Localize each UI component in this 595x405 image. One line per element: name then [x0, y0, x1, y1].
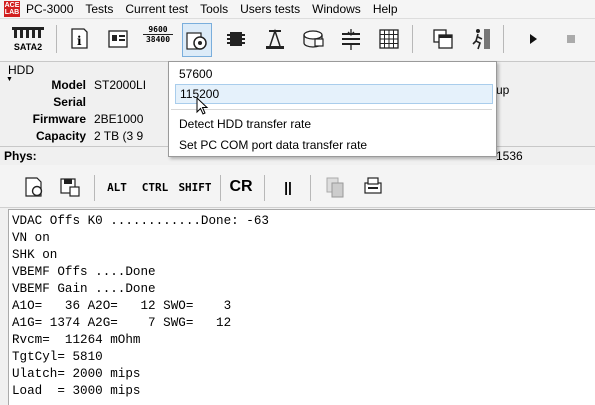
exit-icon [472, 29, 490, 50]
hdd-right-text: up [496, 83, 510, 97]
menu-item-115200[interactable]: 115200 [175, 84, 493, 104]
toolbar-separator [412, 25, 413, 53]
id-card-icon [108, 30, 128, 48]
id-button[interactable] [103, 23, 133, 55]
terminal-line: Ulatch= 2000 mips [12, 367, 141, 381]
copy-button[interactable] [322, 173, 348, 201]
menu-item-detect-transfer-rate[interactable]: Detect HDD transfer rate [175, 115, 491, 133]
save-icon [60, 178, 80, 197]
model-label: Model [51, 78, 86, 92]
cr-button[interactable]: CR [227, 173, 255, 201]
terminal-line: VN on [12, 231, 50, 245]
toolbar-separator [220, 175, 221, 201]
menu-tools[interactable]: Tools [194, 2, 234, 16]
run-button[interactable] [518, 23, 548, 55]
info-icon: i [71, 28, 88, 49]
pause-button[interactable]: || [276, 173, 300, 201]
baud-rate-icon: 9600 38400 [143, 25, 173, 44]
menu-separator [171, 109, 492, 110]
sata-label: SATA2 [13, 42, 43, 52]
shift-button[interactable]: SHIFT [177, 173, 213, 201]
toolbar-separator [264, 175, 265, 201]
sata-port-button[interactable]: SATA2 [6, 23, 50, 55]
alt-button[interactable]: ALT [104, 173, 130, 201]
terminal-line: VDAC Offs K0 ............Done: -63 [12, 214, 269, 228]
disk-icon [303, 30, 324, 48]
info-button[interactable]: i [64, 23, 94, 55]
terminal-line: VBEMF Gain ....Done [12, 282, 156, 296]
capacity-label: Capacity [35, 129, 86, 143]
play-icon [530, 34, 537, 44]
firmware-value: 2BE1000 [94, 112, 144, 126]
serial-label: Serial [53, 95, 86, 109]
phys-value: 1536 [496, 149, 523, 163]
file-gear-icon [25, 177, 43, 197]
menu-windows[interactable]: Windows [306, 2, 367, 16]
terminal-line: Load = 3000 mips [12, 384, 141, 398]
windows-button[interactable] [428, 23, 458, 55]
terminal-line: TgtCyl= 5810 [12, 350, 103, 364]
tools-button[interactable] [260, 23, 290, 55]
chip-icon [227, 32, 245, 46]
print-button[interactable] [360, 173, 386, 201]
disk-button[interactable] [298, 23, 328, 55]
mouse-cursor-icon [196, 97, 209, 115]
chip-button[interactable] [221, 23, 251, 55]
copy-windows-icon [433, 29, 453, 49]
toolbar-separator [56, 25, 57, 53]
exit-button[interactable] [466, 23, 496, 55]
svg-text:i: i [77, 34, 82, 48]
ctrl-button[interactable]: CTRL [139, 173, 171, 201]
layers-button[interactable] [336, 23, 366, 55]
layers-icon [342, 29, 360, 50]
menu-help[interactable]: Help [367, 2, 404, 16]
port-icon [12, 27, 44, 38]
hdd-title: HDD [8, 63, 34, 77]
menu-users-tests[interactable]: Users tests [234, 2, 306, 16]
printer-icon [364, 177, 382, 194]
save-log-button[interactable] [56, 173, 84, 201]
terminal-line: SHK on [12, 248, 58, 262]
stop-icon [567, 35, 575, 43]
toolbar-separator [94, 175, 95, 201]
menu-item-57600[interactable]: 57600 [175, 65, 491, 83]
main-toolbar: SATA2 i 9600 38400 [0, 19, 595, 62]
baud-rate-button[interactable]: 9600 38400 [143, 25, 173, 53]
grid-button[interactable] [374, 23, 404, 55]
settings-button[interactable] [182, 23, 212, 57]
terminal-line: Rvcm= 11264 mOhm [12, 333, 141, 347]
toolbar-separator [503, 25, 504, 53]
terminal-line: A1O= 36 A2O= 12 SWO= 3 [12, 299, 232, 313]
toolbar-separator [310, 175, 311, 201]
settings-file-button[interactable] [20, 173, 48, 201]
copy-icon [326, 177, 344, 198]
terminal-line: VBEMF Offs ....Done [12, 265, 156, 279]
app-logo-icon: ACE LAB [4, 1, 20, 17]
menu-current-test[interactable]: Current test [119, 2, 194, 16]
settings-gear-icon [186, 32, 207, 50]
terminal-toolbar: ALT CTRL SHIFT CR || [0, 165, 595, 208]
menu-tests[interactable]: Tests [79, 2, 119, 16]
terminal-line: A1G= 1374 A2G= 7 SWG= 12 [12, 316, 232, 330]
capacity-value: 2 TB (3 9 [94, 129, 144, 143]
model-value: ST2000LI [94, 78, 147, 92]
grid-icon [379, 29, 399, 49]
tools-icon [266, 28, 284, 49]
phys-label: Phys: [4, 149, 37, 163]
stop-button[interactable] [556, 23, 586, 55]
firmware-label: Firmware [32, 112, 86, 126]
menu-item-set-com-port-rate[interactable]: Set PC COM port data transfer rate [175, 136, 491, 154]
terminal-output[interactable]: VDAC Offs K0 ............Done: -63 VN on… [8, 209, 595, 405]
app-title: PC-3000 [26, 2, 74, 16]
menu-bar: ACE LAB PC-3000 Tests Current test Tools … [0, 0, 595, 19]
baud-rate-dropdown: 57600 115200 Detect HDD transfer rate Se… [168, 61, 497, 157]
